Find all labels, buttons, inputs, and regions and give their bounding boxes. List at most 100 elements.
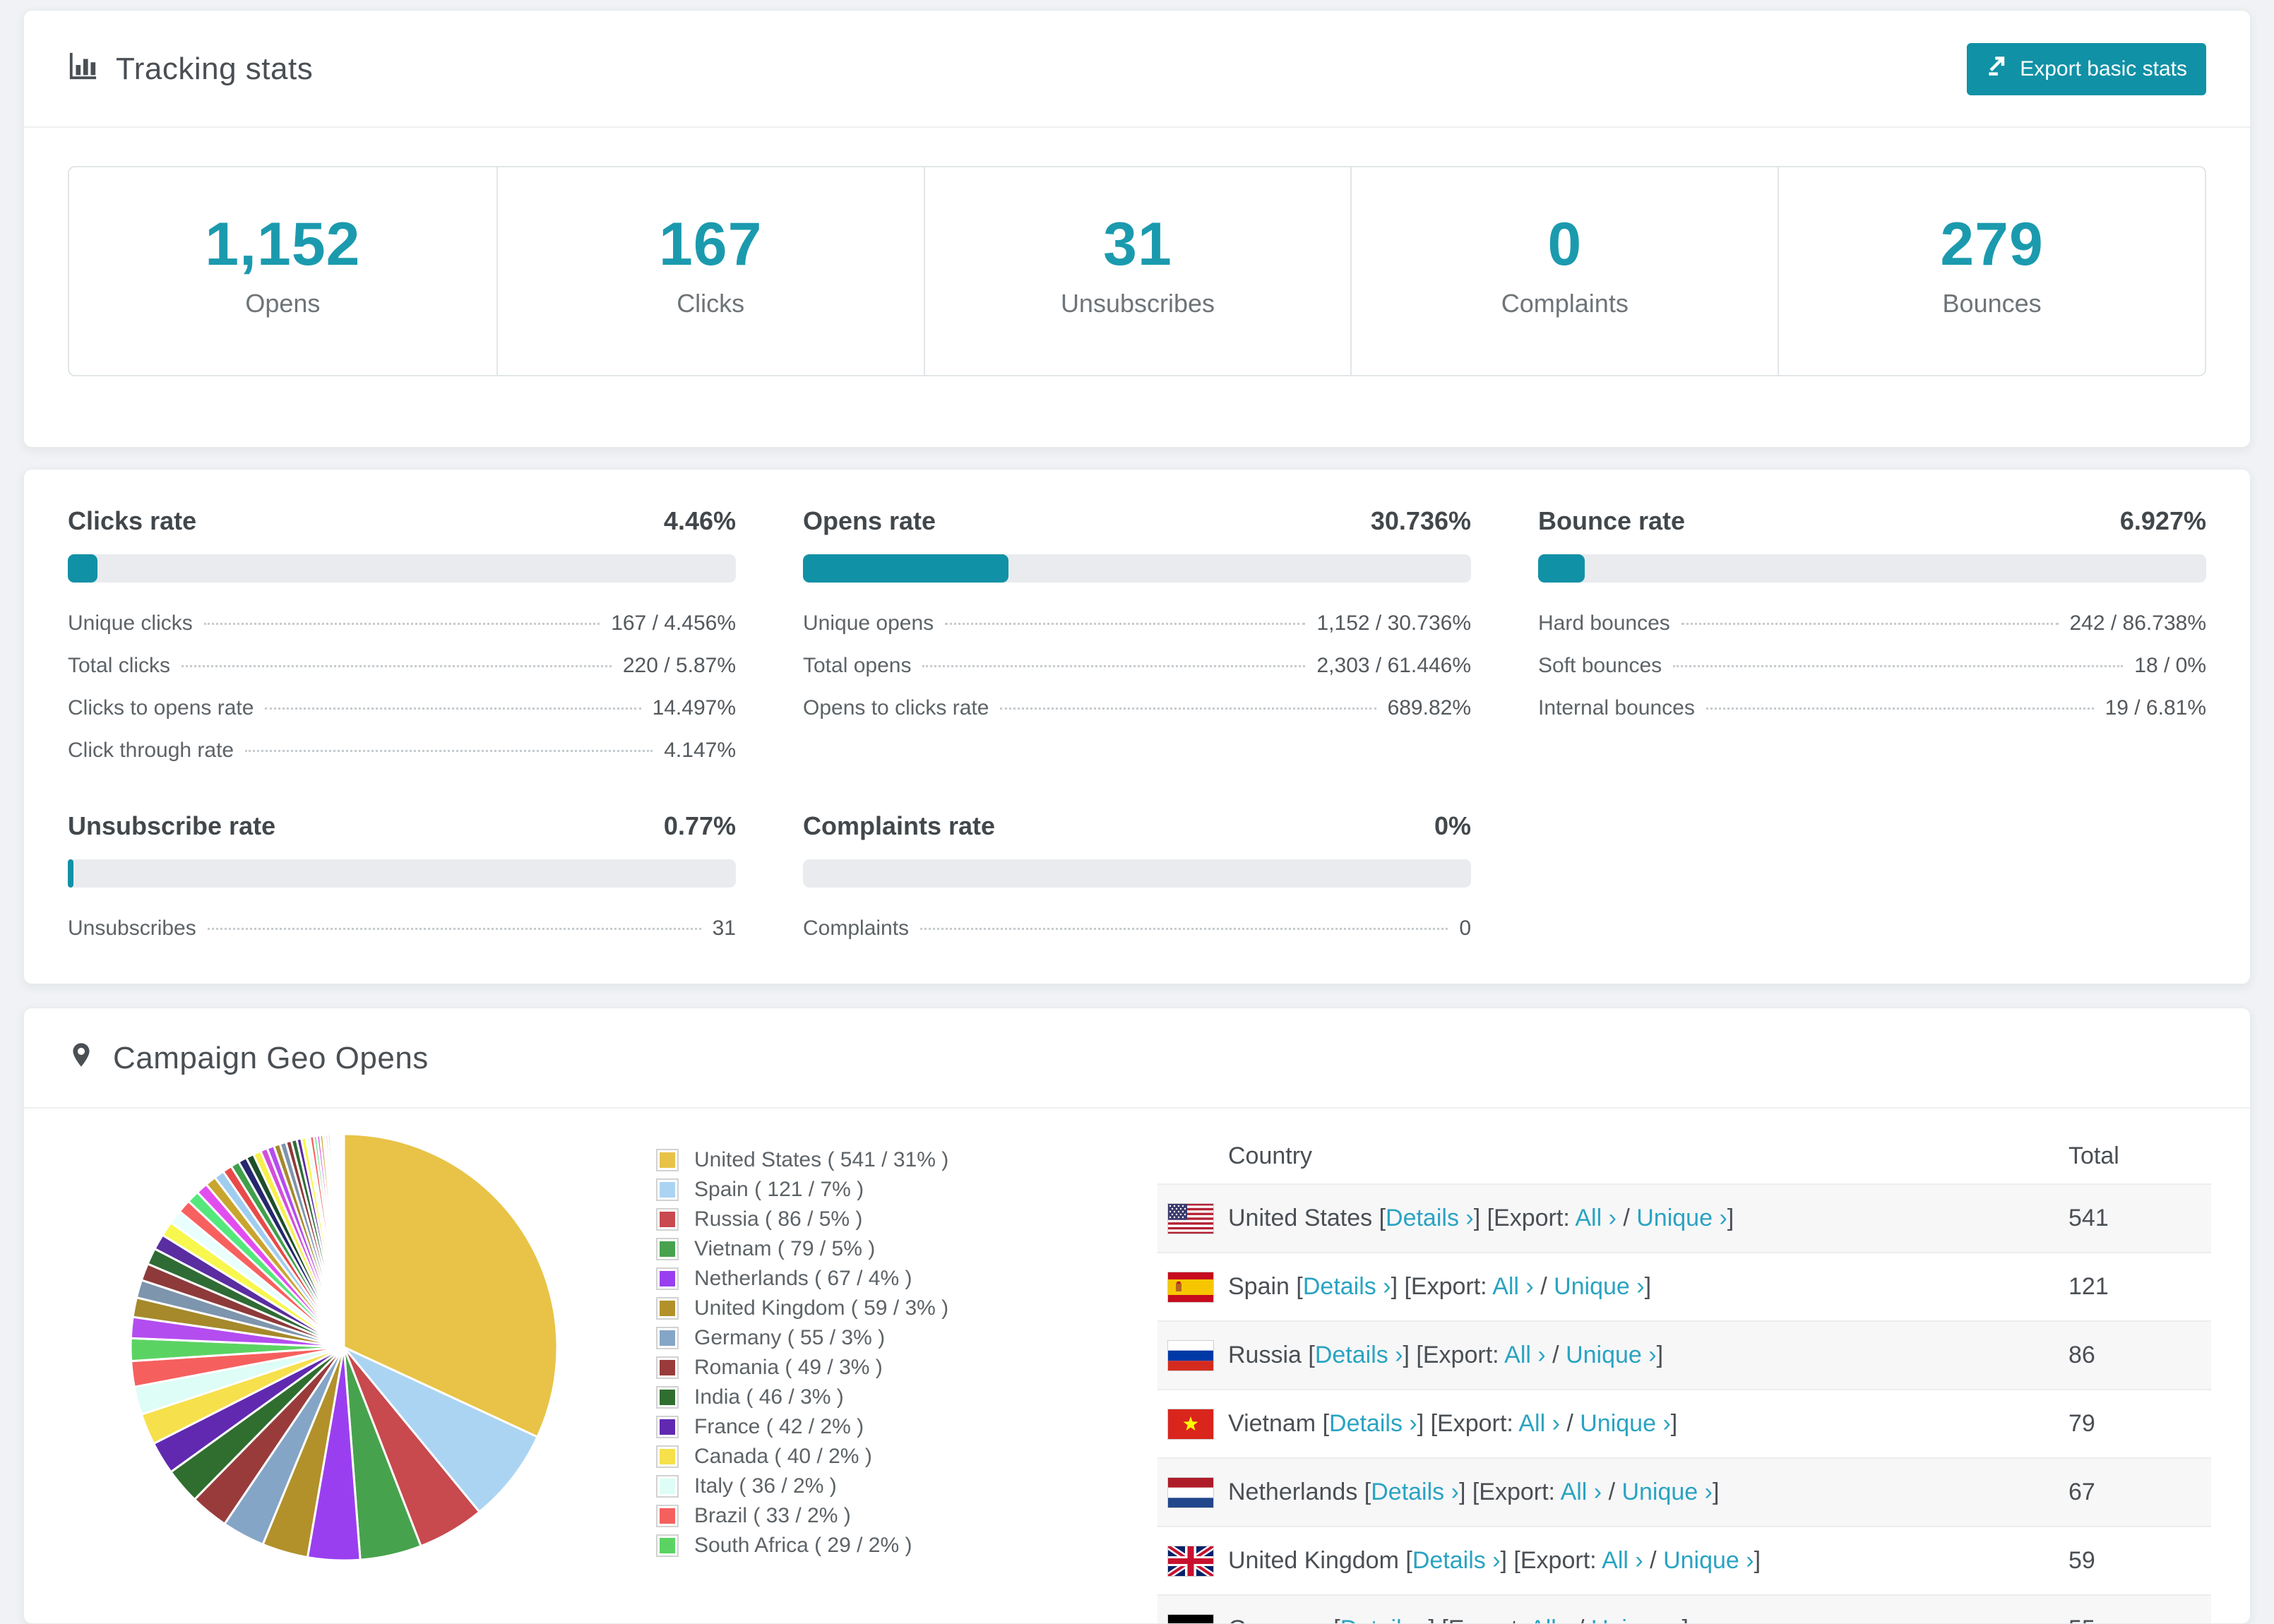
bounce-rate-bar-fill (1538, 554, 1585, 583)
country-name: United States (1228, 1205, 1379, 1231)
rate-row-value: 167 / 4.456% (611, 611, 736, 636)
legend-swatch (656, 1505, 679, 1527)
legend-label: Brazil ( 33 / 2% ) (694, 1504, 851, 1528)
rate-row-value: 689.82% (1388, 695, 1471, 721)
stat-label-clicks: Clicks (498, 289, 924, 318)
legend-item-south-africa[interactable]: South Africa ( 29 / 2% ) (656, 1531, 1023, 1560)
total-cell-united-kingdom: 59 (2068, 1547, 2211, 1575)
export-unique-link[interactable]: Unique › (1591, 1616, 1682, 1624)
total-cell-russia: 86 (2068, 1342, 2211, 1369)
geo-title-text: Campaign Geo Opens (113, 1041, 429, 1076)
legend-label: United States ( 541 / 31% ) (694, 1148, 948, 1172)
rate-head-opens-rate: Opens rate30.736% (803, 506, 1471, 536)
rate-row-unsubscribes: Unsubscribes31 (68, 916, 736, 941)
legend-swatch (656, 1445, 679, 1468)
export-all-link[interactable]: All › (1602, 1547, 1643, 1574)
details-link[interactable]: Details › (1412, 1547, 1501, 1574)
rate-row-value: 19 / 6.81% (2105, 695, 2206, 721)
table-row-vietnam: Vietnam [Details ›] [Export: All › / Uni… (1157, 1389, 2211, 1457)
legend-item-germany[interactable]: Germany ( 55 / 3% ) (656, 1323, 1023, 1353)
legend-item-romania[interactable]: Romania ( 49 / 3% ) (656, 1353, 1023, 1383)
rate-title-label: Bounce rate (1538, 506, 1685, 536)
export-basic-stats-button[interactable]: Export basic stats (1967, 43, 2206, 95)
rate-rows: Hard bounces242 / 86.738%Soft bounces18 … (1538, 611, 2206, 721)
details-link[interactable]: Details › (1340, 1616, 1429, 1624)
flag-us-icon (1157, 1203, 1228, 1234)
export-unique-link[interactable]: Unique › (1621, 1479, 1713, 1505)
export-all-link[interactable]: All › (1492, 1273, 1534, 1300)
stat-box-clicks: 167Clicks (496, 167, 924, 375)
rate-row-label: Click through rate (68, 738, 234, 763)
export-unique-link[interactable]: Unique › (1566, 1342, 1657, 1368)
legend-item-united-states[interactable]: United States ( 541 / 31% ) (656, 1145, 1023, 1175)
export-unique-link[interactable]: Unique › (1636, 1205, 1727, 1231)
header-divider (24, 126, 2250, 128)
export-all-link[interactable]: All › (1575, 1205, 1617, 1231)
flag-ru-icon (1157, 1340, 1228, 1371)
details-link[interactable]: Details › (1329, 1410, 1417, 1437)
campaign-geo-opens-card: Campaign Geo Opens United States ( 541 /… (23, 1008, 2251, 1624)
legend-item-netherlands[interactable]: Netherlands ( 67 / 4% ) (656, 1264, 1023, 1294)
rate-rows: Complaints0 (803, 916, 1471, 941)
rate-row-label: Unsubscribes (68, 916, 196, 941)
rate-row-total-opens: Total opens2,303 / 61.446% (803, 653, 1471, 679)
rate-row-label: Soft bounces (1538, 653, 1662, 679)
export-all-link[interactable]: All › (1530, 1616, 1571, 1624)
details-link[interactable]: Details › (1303, 1273, 1391, 1300)
stat-value-bounces: 279 (1779, 214, 2205, 275)
stat-box-complaints: 0 Complaints (1350, 167, 1778, 375)
dotted-leader (1000, 707, 1376, 710)
legend-item-spain[interactable]: Spain ( 121 / 7% ) (656, 1175, 1023, 1205)
dotted-leader (920, 928, 1448, 930)
rate-rows: Unique opens1,152 / 30.736%Total opens2,… (803, 611, 1471, 721)
rate-value-label: 30.736% (1371, 506, 1471, 536)
legend-item-vietnam[interactable]: Vietnam ( 79 / 5% ) (656, 1234, 1023, 1264)
table-row-united-states: United States [Details ›] [Export: All ›… (1157, 1183, 2211, 1252)
legend-label: Russia ( 86 / 5% ) (694, 1207, 862, 1231)
table-row-netherlands: Netherlands [Details ›] [Export: All › /… (1157, 1457, 2211, 1526)
stat-value-complaints: 0 (1352, 214, 1778, 275)
details-link[interactable]: Details › (1371, 1479, 1459, 1505)
legend-item-united-kingdom[interactable]: United Kingdom ( 59 / 3% ) (656, 1294, 1023, 1323)
total-cell-united-states: 541 (2068, 1205, 2211, 1232)
legend-item-brazil[interactable]: Brazil ( 33 / 2% ) (656, 1501, 1023, 1531)
stat-label-complaints: Complaints (1352, 289, 1778, 318)
rates-card: Clicks rate4.46%Unique clicks167 / 4.456… (23, 469, 2251, 984)
country-cell-united-kingdom: United Kingdom [Details ›] [Export: All … (1228, 1547, 2068, 1575)
export-all-link[interactable]: All › (1504, 1342, 1546, 1368)
rate-title-label: Clicks rate (68, 506, 196, 536)
country-cell-united-states: United States [Details ›] [Export: All ›… (1228, 1205, 2068, 1232)
tracking-stats-title-text: Tracking stats (116, 52, 313, 87)
flag-gb-icon (1157, 1546, 1228, 1577)
total-cell-vietnam: 79 (2068, 1410, 2211, 1438)
legend-item-france[interactable]: France ( 42 / 2% ) (656, 1412, 1023, 1442)
details-link[interactable]: Details › (1315, 1342, 1403, 1368)
legend-item-italy[interactable]: Italy ( 36 / 2% ) (656, 1471, 1023, 1501)
rate-value-label: 0% (1434, 811, 1471, 841)
legend-item-russia[interactable]: Russia ( 86 / 5% ) (656, 1205, 1023, 1234)
export-all-link[interactable]: All › (1518, 1410, 1560, 1437)
legend-swatch (656, 1386, 679, 1409)
legend-item-canada[interactable]: Canada ( 40 / 2% ) (656, 1442, 1023, 1471)
rate-panel-unsubscribe-rate: Unsubscribe rate0.77%Unsubscribes31 (68, 811, 736, 941)
export-unique-link[interactable]: Unique › (1663, 1547, 1754, 1574)
legend-item-india[interactable]: India ( 46 / 3% ) (656, 1383, 1023, 1412)
export-all-link[interactable]: All › (1561, 1479, 1602, 1505)
dotted-leader (181, 665, 612, 667)
legend-swatch (656, 1238, 679, 1260)
details-link[interactable]: Details › (1386, 1205, 1474, 1231)
complaints-rate-bar (803, 859, 1471, 888)
rate-row-value: 0 (1459, 916, 1471, 941)
dotted-leader (922, 665, 1305, 667)
export-unique-link[interactable]: Unique › (1554, 1273, 1645, 1300)
rate-head-clicks-rate: Clicks rate4.46% (68, 506, 736, 536)
legend-label: South Africa ( 29 / 2% ) (694, 1534, 912, 1558)
export-unique-link[interactable]: Unique › (1580, 1410, 1671, 1437)
country-name: Russia (1228, 1342, 1308, 1368)
legend-label: United Kingdom ( 59 / 3% ) (694, 1296, 948, 1320)
legend-label: Romania ( 49 / 3% ) (694, 1356, 883, 1380)
rate-row-value: 242 / 86.738% (2070, 611, 2207, 636)
rate-panel-opens-rate: Opens rate30.736% Unique opens1,152 / 30.… (803, 506, 1471, 763)
dotted-leader (204, 623, 600, 625)
opens-rate-bar (803, 554, 1471, 583)
